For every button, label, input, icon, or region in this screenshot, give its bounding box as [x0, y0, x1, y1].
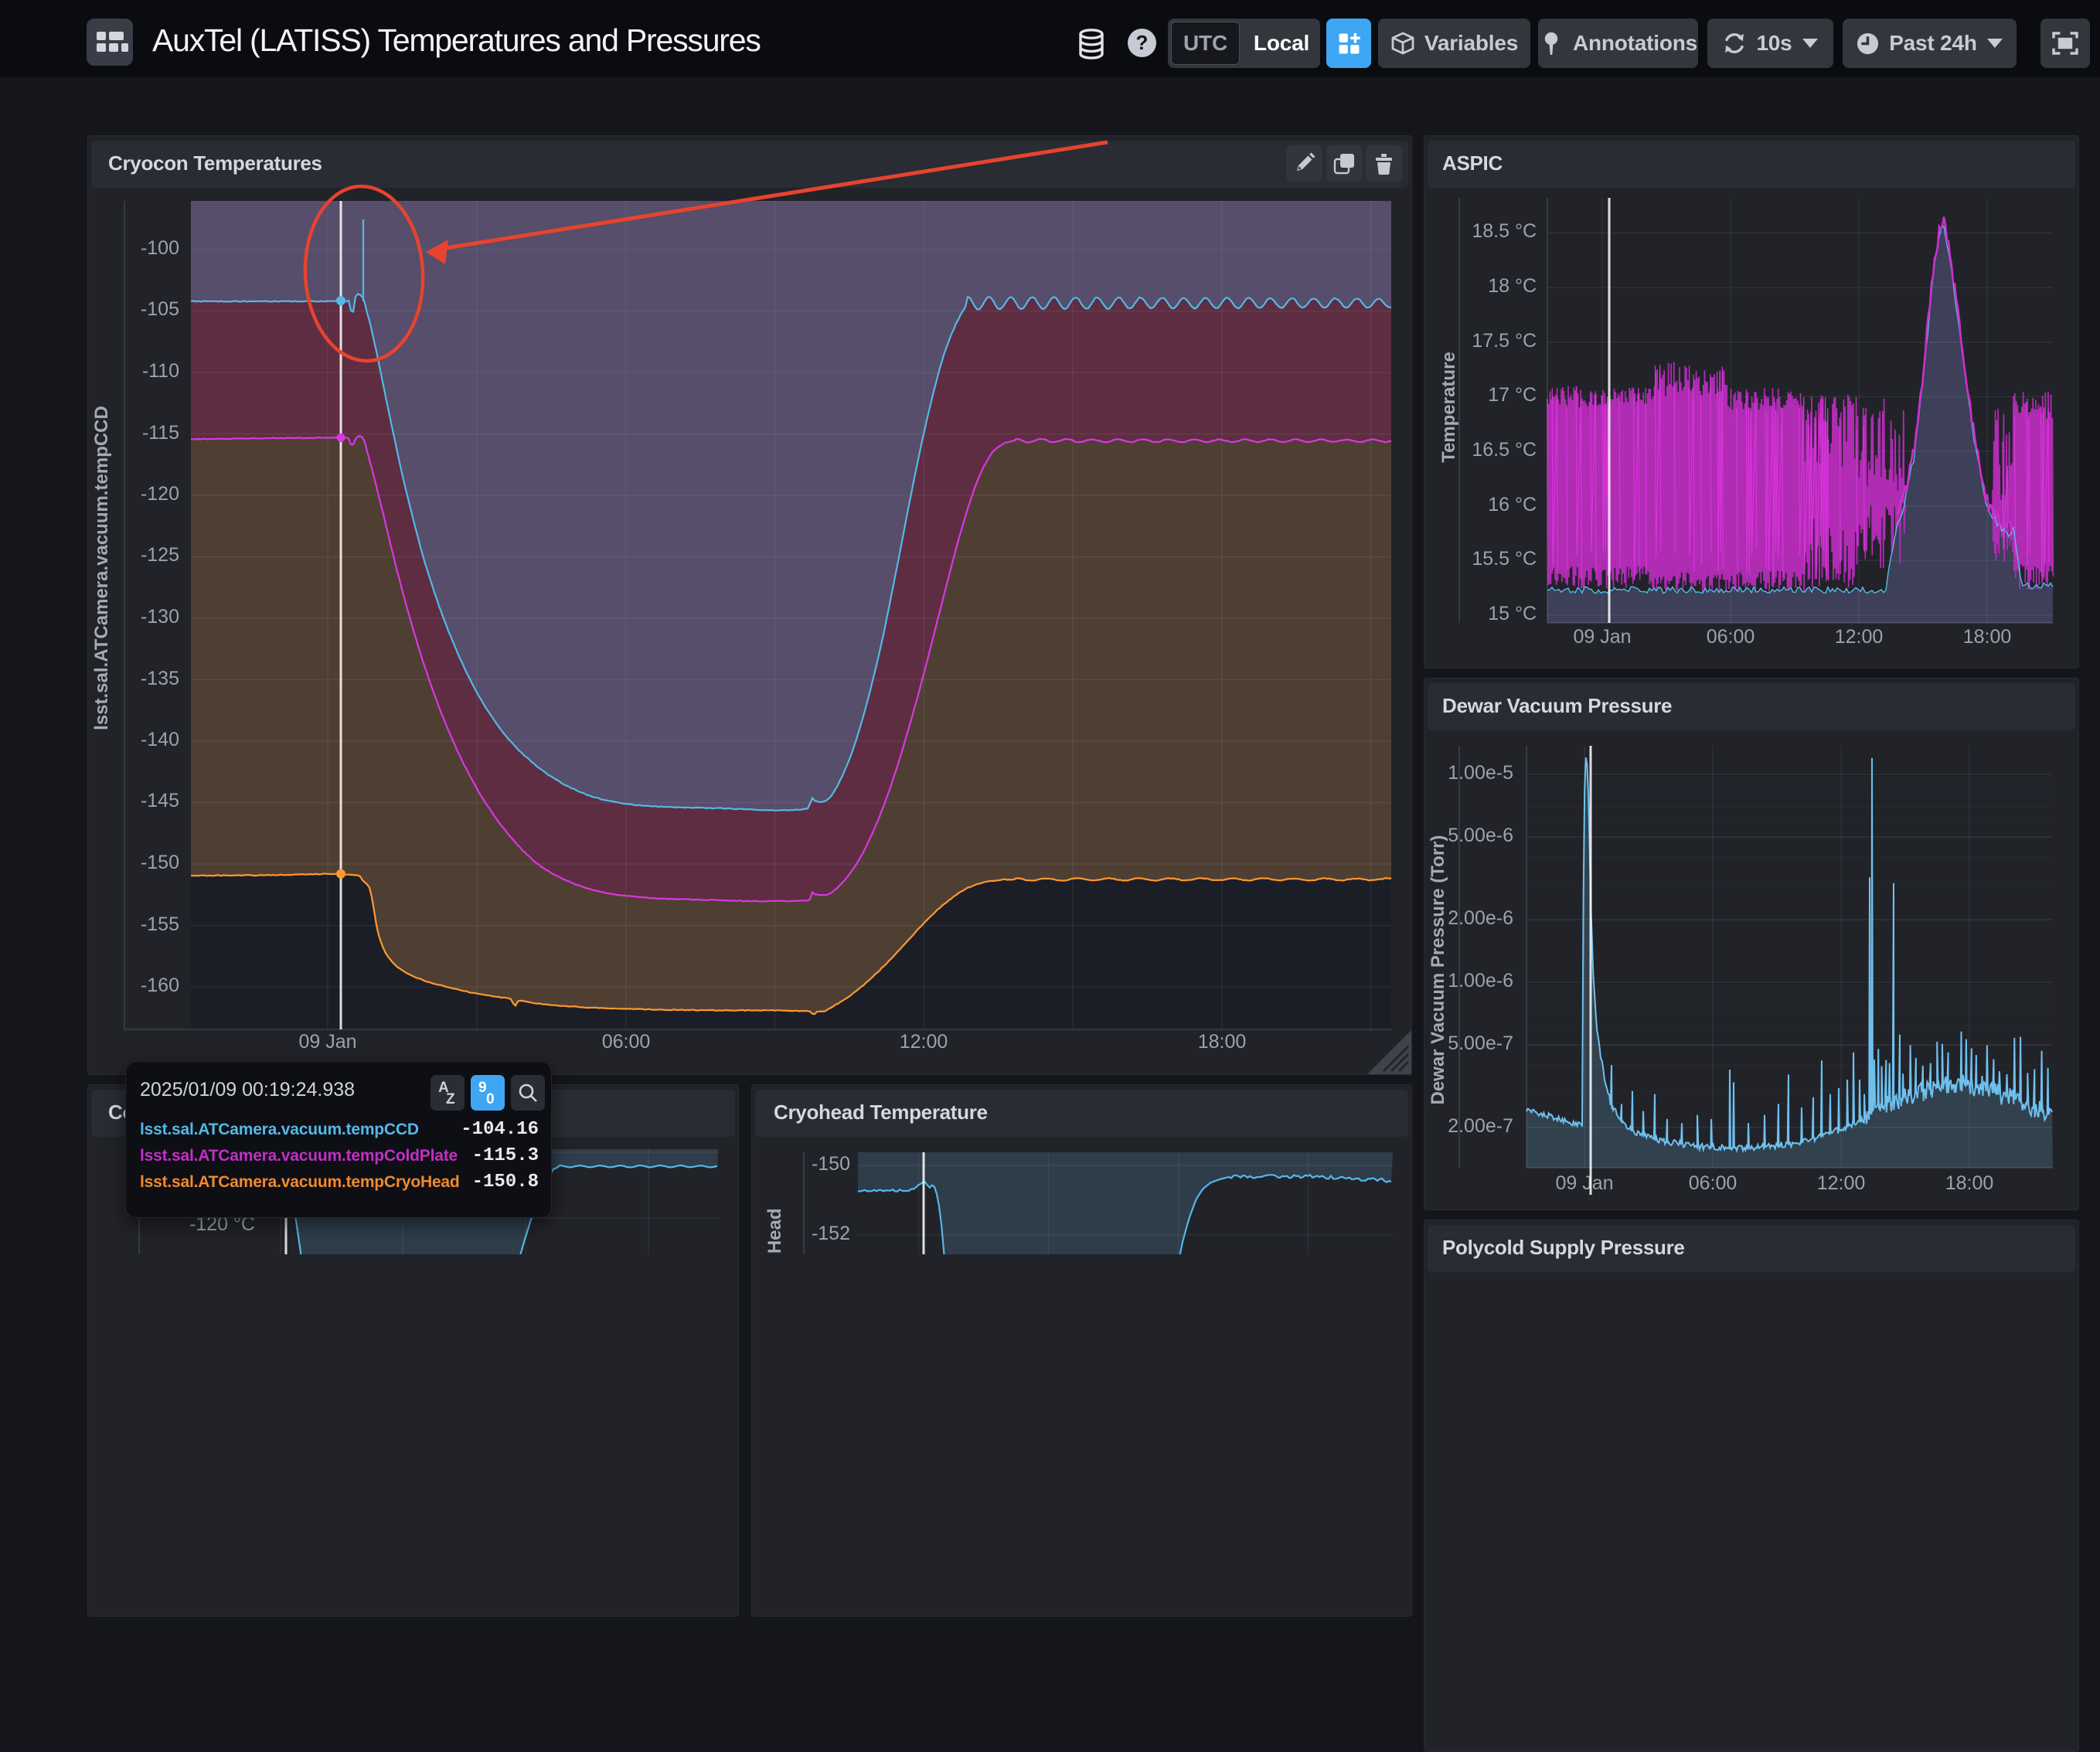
svg-text:Z: Z — [446, 1091, 455, 1107]
svg-text:0: 0 — [486, 1091, 495, 1107]
svg-text:9: 9 — [478, 1080, 487, 1096]
